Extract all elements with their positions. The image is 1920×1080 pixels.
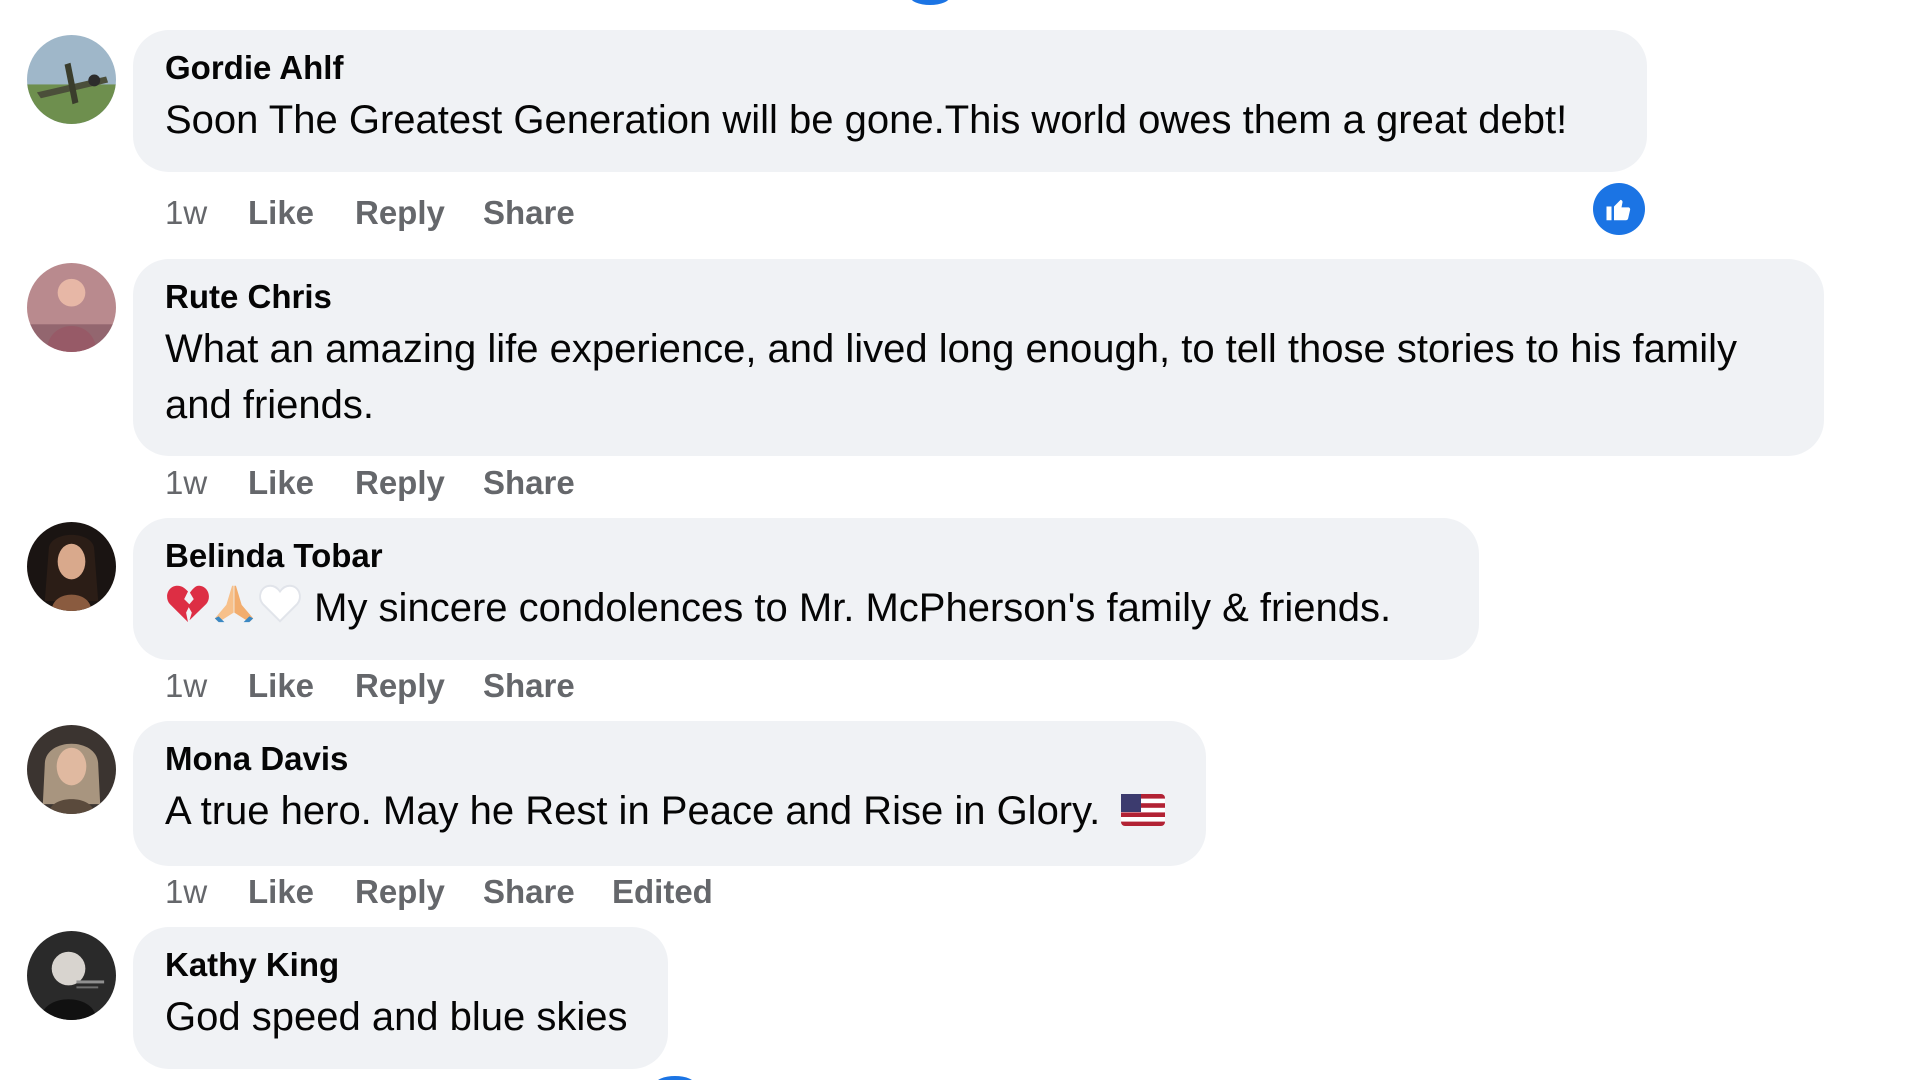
comment-author[interactable]: Rute Chris (165, 277, 1792, 317)
avatar[interactable] (27, 35, 116, 124)
like-button[interactable]: Like (248, 666, 314, 706)
reply-button[interactable]: Reply (355, 666, 445, 706)
comment-bubble: Belinda Tobar My sincere condolences to … (133, 518, 1479, 660)
comment-author[interactable]: Belinda Tobar (165, 536, 1447, 576)
share-button[interactable]: Share (483, 666, 575, 706)
edited-label[interactable]: Edited (612, 872, 713, 912)
reply-button[interactable]: Reply (355, 872, 445, 912)
comment-text: My sincere condolences to Mr. McPherson'… (165, 580, 1447, 640)
like-button[interactable]: Like (248, 872, 314, 912)
avatar[interactable] (27, 522, 116, 611)
comment-actions: 1w Like Reply Share (165, 666, 605, 706)
like-button[interactable]: Like (248, 463, 314, 503)
comment-author[interactable]: Mona Davis (165, 739, 1174, 779)
person-avatar-icon (27, 263, 116, 352)
comment-actions: 1w Like Reply Share Edited (165, 872, 735, 912)
comment-text: God speed and blue skies (165, 995, 628, 1039)
partial-reaction-icon-top (910, 0, 950, 5)
share-button[interactable]: Share (483, 872, 575, 912)
reply-button[interactable]: Reply (355, 193, 445, 233)
comment-actions: 1w Like Reply Share (165, 463, 605, 503)
comment-author[interactable]: Kathy King (165, 945, 636, 985)
avatar[interactable] (27, 725, 116, 814)
person-avatar-icon (27, 725, 116, 814)
share-button[interactable]: Share (483, 193, 575, 233)
comment-bubble: Kathy King God speed and blue skies (133, 927, 668, 1069)
comment-bubble: Mona Davis A true hero. May he Rest in P… (133, 721, 1206, 866)
comment-author[interactable]: Gordie Ahlf (165, 48, 1615, 88)
comment-actions: 1w Like Reply Share (165, 193, 605, 233)
comment-timestamp[interactable]: 1w (165, 666, 207, 706)
white-heart-icon (257, 581, 303, 640)
avatar[interactable] (27, 931, 116, 1020)
comment-text: A true hero. May he Rest in Peace and Ri… (165, 783, 1174, 841)
comment-text: What an amazing life experience, and liv… (165, 327, 1737, 427)
comment-timestamp[interactable]: 1w (165, 872, 207, 912)
comment-timestamp[interactable]: 1w (165, 463, 207, 503)
us-flag-icon (1121, 785, 1166, 841)
comment-text-body: My sincere condolences to Mr. McPherson'… (314, 586, 1392, 630)
comments-section: Gordie Ahlf Soon The Greatest Generation… (0, 0, 1920, 1080)
broken-heart-icon (165, 581, 211, 640)
folded-hands-icon (211, 581, 257, 640)
avatar[interactable] (27, 263, 116, 352)
partial-reaction-icon-bottom (655, 1076, 695, 1080)
airplane-avatar-icon (27, 35, 116, 124)
comment-bubble: Rute Chris What an amazing life experien… (133, 259, 1824, 456)
person-avatar-icon (27, 522, 116, 611)
comment-bubble: Gordie Ahlf Soon The Greatest Generation… (133, 30, 1647, 172)
share-button[interactable]: Share (483, 463, 575, 503)
comment-text-body: A true hero. May he Rest in Peace and Ri… (165, 789, 1101, 833)
reply-button[interactable]: Reply (355, 463, 445, 503)
thumbs-up-icon[interactable] (1593, 183, 1645, 235)
comment-timestamp[interactable]: 1w (165, 193, 207, 233)
like-button[interactable]: Like (248, 193, 314, 233)
person-avatar-icon (27, 931, 116, 1020)
comment-text: Soon The Greatest Generation will be gon… (165, 98, 1568, 142)
